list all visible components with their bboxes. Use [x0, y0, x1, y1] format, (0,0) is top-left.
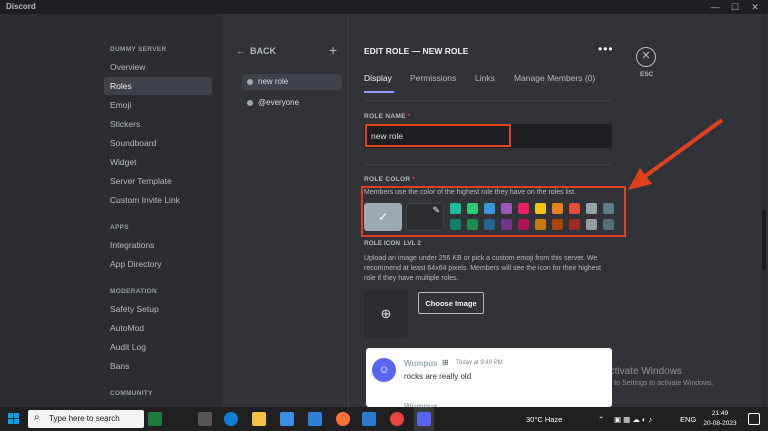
community-header: COMMUNITY [110, 390, 153, 397]
taskbar-search[interactable]: ⌕ Type here to search [28, 410, 144, 428]
language-indicator[interactable]: ENG [680, 415, 696, 424]
tab-permissions[interactable]: Permissions [410, 73, 456, 83]
more-options-icon[interactable]: ••• [598, 42, 614, 56]
roles-list-panel [222, 14, 349, 407]
back-button[interactable]: ← BACK [236, 46, 276, 56]
role-item-everyone[interactable]: @everyone [242, 95, 342, 111]
vscode-icon[interactable] [362, 412, 376, 426]
firefox-icon[interactable] [336, 412, 350, 426]
role-icon-preview: ⊞ [442, 358, 449, 367]
store-icon[interactable] [280, 412, 294, 426]
preview-message: rocks are really old [404, 372, 472, 381]
divider [364, 164, 612, 165]
app-title: Discord [6, 2, 36, 11]
preview-username: Wumpus [404, 359, 438, 368]
role-name-input[interactable] [365, 124, 511, 147]
role-item-label: new role [258, 77, 289, 86]
active-tab-indicator [364, 91, 394, 93]
file-explorer-icon[interactable] [252, 412, 266, 426]
back-label: BACK [250, 46, 277, 56]
preview-timestamp: Today at 9:49 PM [456, 360, 503, 366]
sidebar-item-custom-invite-link[interactable]: Custom Invite Link [104, 191, 212, 209]
edge-icon[interactable] [224, 412, 238, 426]
apps-header: APPS [110, 224, 129, 231]
add-role-icon[interactable]: + [329, 42, 337, 58]
notification-icon[interactable] [748, 413, 760, 425]
sidebar-item-overview[interactable]: Overview [104, 58, 212, 76]
role-color-label: ROLE COLOR * [364, 176, 416, 183]
sidebar-item-bans[interactable]: Bans [104, 357, 212, 375]
sidebar-item-soundboard[interactable]: Soundboard [104, 134, 212, 152]
tab-links[interactable]: Links [475, 73, 495, 83]
sidebar-item-roles[interactable]: Roles [104, 77, 212, 95]
moderation-header: MODERATION [110, 288, 157, 295]
tab-display[interactable]: Display [364, 73, 392, 83]
close-icon[interactable]: ✕ [746, 1, 764, 13]
sidebar-item-stickers[interactable]: Stickers [104, 115, 212, 133]
role-icon-label: ROLE ICON LVL 2 [364, 240, 421, 247]
page-title: EDIT ROLE — NEW ROLE [364, 46, 469, 56]
sidebar-item-integrations[interactable]: Integrations [104, 236, 212, 254]
sidebar-item-audit-log[interactable]: Audit Log [104, 338, 212, 356]
search-placeholder: Type here to search [49, 414, 120, 423]
minimize-icon[interactable]: — [706, 1, 724, 13]
avatar: ☺ [372, 358, 396, 382]
taskbar: ⌕ Type here to search 30°C Haze ⌃ ▣ ▦ ☁ … [0, 407, 768, 431]
tab-manage-members[interactable]: Manage Members (0) [514, 73, 595, 83]
titlebar: Discord — ☐ ✕ [0, 0, 768, 14]
windows-start-icon[interactable] [8, 413, 20, 425]
sidebar-item-emoji[interactable]: Emoji [104, 96, 212, 114]
maximize-icon[interactable]: ☐ [726, 1, 744, 13]
role-name-label: ROLE NAME * [364, 113, 411, 120]
arrow-left-icon: ← [236, 46, 245, 56]
clock-time: 21:49 [711, 410, 729, 417]
weather-widget[interactable]: 30°C Haze [526, 415, 562, 424]
server-name-header: DUMMY SERVER [110, 46, 167, 53]
esc-label: ESC [640, 71, 654, 78]
search-icon: ⌕ [34, 412, 40, 423]
sidebar-item-safety-setup[interactable]: Safety Setup [104, 300, 212, 318]
choose-image-button[interactable]: Choose Image [418, 292, 484, 314]
upload-instructions: Upload an image under 256 KB or pick a c… [364, 255, 601, 282]
boost-level-badge: LVL 2 [403, 240, 421, 247]
clock-date: 20-08-2023 [703, 420, 737, 427]
mail-icon[interactable] [308, 412, 322, 426]
chrome-icon[interactable] [390, 412, 404, 426]
scrollbar-thumb[interactable] [762, 210, 766, 270]
sidebar-item-automod[interactable]: AutoMod [104, 319, 212, 337]
discord-icon[interactable] [417, 412, 431, 426]
sidebar-item-app-directory[interactable]: App Directory [104, 255, 212, 273]
clock[interactable]: 21:49 20-08-2023 [700, 409, 740, 429]
close-settings-icon[interactable]: ✕ [636, 47, 656, 67]
task-view-icon[interactable] [198, 412, 212, 426]
role-color-dot [247, 79, 253, 85]
upload-image-icon[interactable]: ⊕ [364, 290, 408, 338]
role-preview-card [366, 348, 612, 407]
role-item-new-role[interactable]: new role [242, 74, 342, 90]
activation-watermark-title: Activate Windows [603, 366, 682, 377]
activation-watermark-text: Go to Settings to activate Windows. [603, 380, 714, 387]
sidebar-item-server-template[interactable]: Server Template [104, 172, 212, 190]
sidebar-item-widget[interactable]: Widget [104, 153, 212, 171]
role-item-label: @everyone [258, 98, 300, 107]
divider [364, 100, 612, 101]
tray-app-icons[interactable]: ▣ ▦ ☁ ◐ ♪ [614, 415, 652, 424]
tray-chevron-icon[interactable]: ⌃ [598, 415, 604, 424]
widgets-icon[interactable] [148, 412, 162, 426]
annotation-highlight-box [361, 186, 626, 237]
role-color-dot [247, 100, 253, 106]
